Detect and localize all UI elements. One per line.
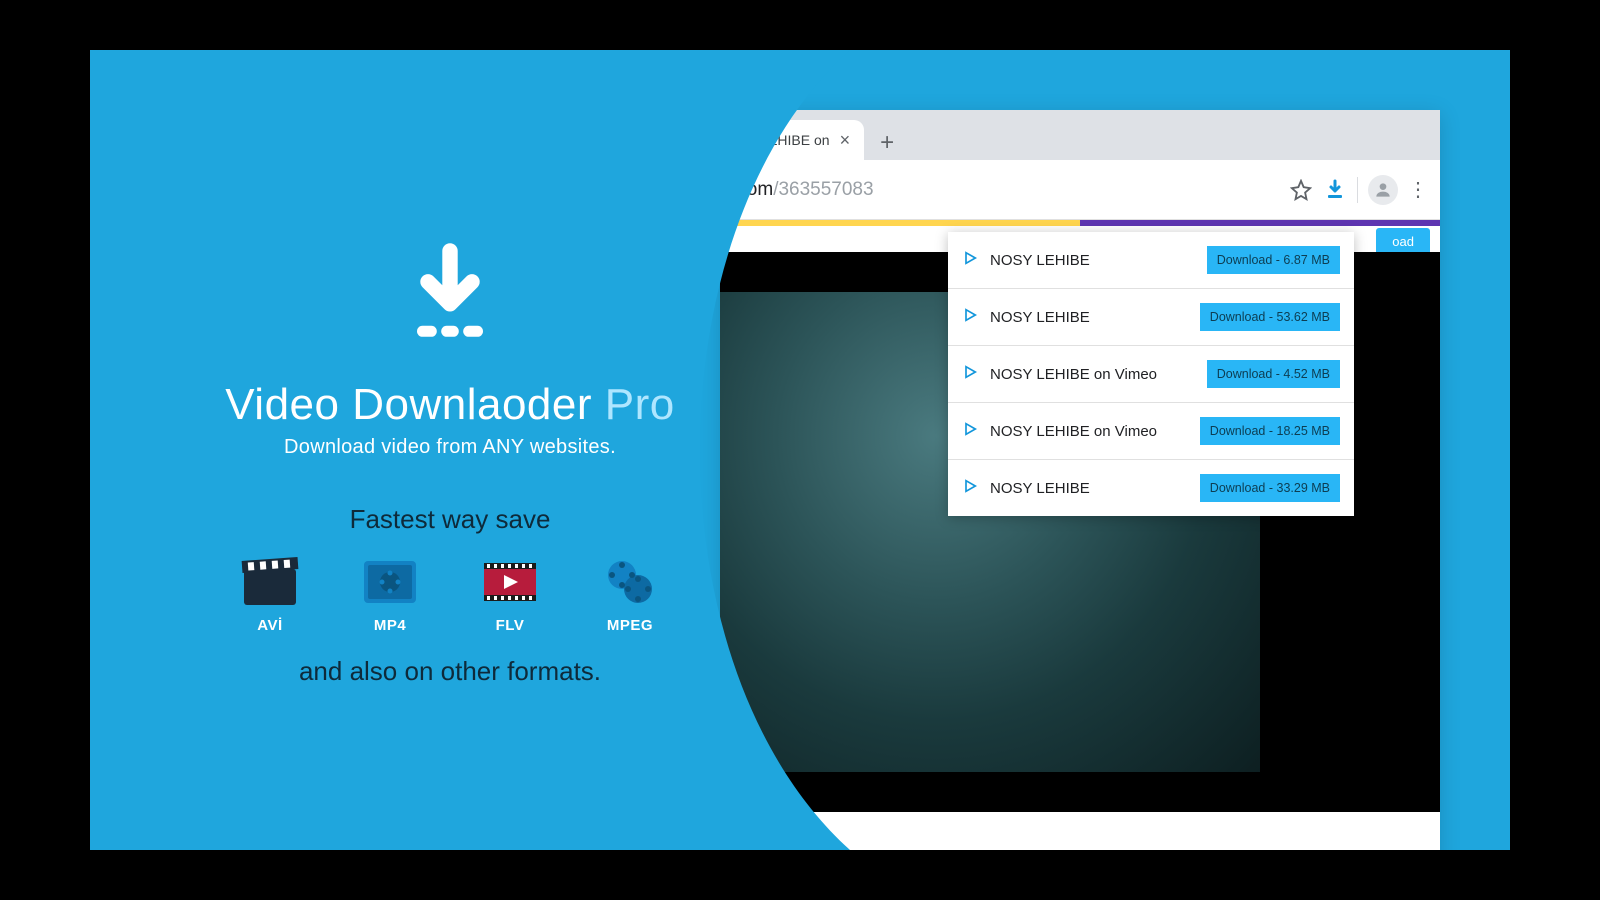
- download-logo-icon: [395, 240, 505, 350]
- download-item: NOSY LEHIBE on Vimeo Download - 4.52 MB: [948, 346, 1354, 403]
- format-label: AVİ: [257, 617, 282, 634]
- flv-icon: [480, 555, 540, 609]
- play-icon: [962, 478, 978, 499]
- app-subtitle: Download video from ANY websites.: [90, 436, 810, 459]
- download-title: NOSY LEHIBE: [990, 480, 1090, 497]
- play-icon: [962, 421, 978, 442]
- promo-stage: SY LEHIBE on × + .com/363557083 ⋮ oad: [90, 50, 1510, 850]
- avi-icon: [240, 555, 300, 609]
- download-button[interactable]: Download - 53.62 MB: [1200, 303, 1340, 331]
- mpeg-icon: [600, 555, 660, 609]
- format-mp4: MP4: [360, 555, 420, 634]
- download-button[interactable]: Download - 18.25 MB: [1200, 417, 1340, 445]
- address-bar: .com/363557083 ⋮: [720, 160, 1440, 220]
- download-item: NOSY LEHIBE on Vimeo Download - 18.25 MB: [948, 403, 1354, 460]
- play-icon: [962, 307, 978, 328]
- avatar-icon[interactable]: [1368, 175, 1398, 205]
- play-icon: [962, 364, 978, 385]
- format-flv: FLV: [480, 555, 540, 634]
- download-title: NOSY LEHIBE: [990, 309, 1090, 326]
- url-text: .com/363557083: [732, 179, 1279, 201]
- download-dropdown: NOSY LEHIBE Download - 6.87 MB NOSY LEHI…: [948, 232, 1354, 516]
- page-download-button[interactable]: oad: [1376, 228, 1430, 255]
- format-label: MP4: [374, 617, 406, 634]
- close-icon[interactable]: ×: [840, 130, 851, 151]
- also-text: and also on other formats.: [90, 656, 810, 687]
- tab-strip: SY LEHIBE on × +: [720, 110, 1440, 160]
- download-button[interactable]: Download - 4.52 MB: [1207, 360, 1340, 388]
- download-title: NOSY LEHIBE: [990, 252, 1090, 269]
- fastest-text: Fastest way save: [90, 504, 810, 535]
- download-item: NOSY LEHIBE Download - 6.87 MB: [948, 232, 1354, 289]
- download-button[interactable]: Download - 33.29 MB: [1200, 474, 1340, 502]
- format-label: FLV: [496, 617, 525, 634]
- download-item: NOSY LEHIBE Download - 33.29 MB: [948, 460, 1354, 516]
- star-icon[interactable]: [1289, 178, 1313, 202]
- video-caption: Peyrat: [720, 812, 1440, 850]
- download-title: NOSY LEHIBE on Vimeo: [990, 366, 1157, 383]
- download-item: NOSY LEHIBE Download - 53.62 MB: [948, 289, 1354, 346]
- format-mpeg: MPEG: [600, 555, 660, 634]
- app-title: Video Downlaoder Pro: [90, 380, 810, 430]
- download-title: NOSY LEHIBE on Vimeo: [990, 423, 1157, 440]
- mp4-icon: [360, 555, 420, 609]
- format-label: MPEG: [607, 617, 653, 634]
- play-icon: [962, 250, 978, 271]
- menu-icon[interactable]: ⋮: [1408, 177, 1428, 202]
- format-avi: AVİ: [240, 555, 300, 634]
- download-button[interactable]: Download - 6.87 MB: [1207, 246, 1340, 274]
- download-extension-icon[interactable]: [1323, 178, 1347, 202]
- format-list: AVİ MP4: [90, 555, 810, 634]
- promo-panel: Video Downlaoder Pro Download video from…: [90, 50, 810, 850]
- new-tab-button[interactable]: +: [870, 126, 904, 160]
